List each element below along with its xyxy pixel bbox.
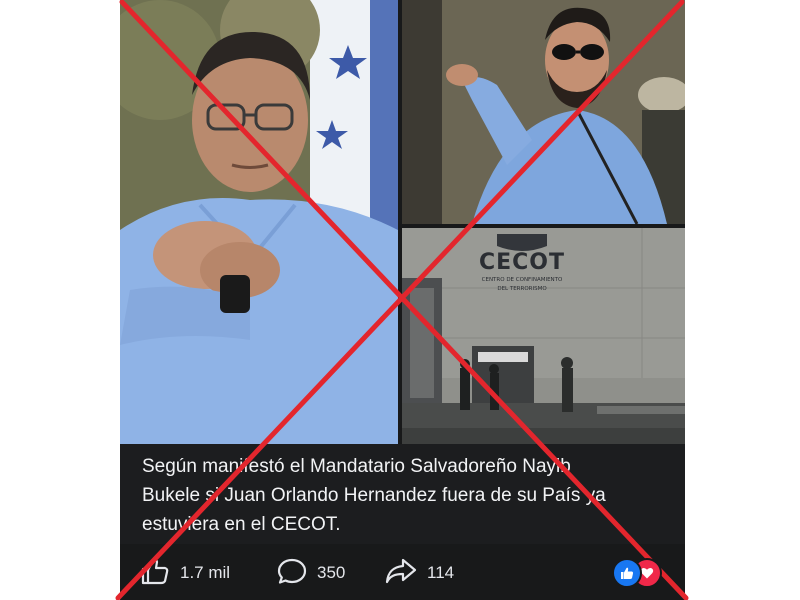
photo-top-right-illustration xyxy=(402,0,685,224)
comment-icon xyxy=(277,557,307,590)
comment-button[interactable]: 350 xyxy=(277,558,345,588)
cecot-sign-title: CECOT xyxy=(478,250,566,275)
social-post: CECOT CENTRO DE CONFINAMIENTO DEL TERROR… xyxy=(120,0,685,600)
post-caption-line-3: estuviera en el CECOT. xyxy=(142,514,341,535)
post-action-bar: 1.7 mil 350 114 xyxy=(120,548,685,600)
cecot-sign-subtitle-1: CENTRO DE CONFINAMIENTO xyxy=(481,277,563,283)
post-caption-line-1: Según manifestó el Mandatario Salvadoreñ… xyxy=(142,456,571,477)
photo-cecot-facility[interactable]: CECOT CENTRO DE CONFINAMIENTO DEL TERROR… xyxy=(402,228,685,444)
photo-politician-left[interactable] xyxy=(120,0,398,444)
share-count: 114 xyxy=(427,563,455,582)
like-reaction-icon xyxy=(612,558,642,588)
photo-politician-right[interactable] xyxy=(402,0,685,224)
cecot-sign: CECOT CENTRO DE CONFINAMIENTO DEL TERROR… xyxy=(472,250,572,293)
like-count: 1.7 mil xyxy=(180,563,231,582)
share-icon xyxy=(385,557,417,590)
share-button[interactable]: 114 xyxy=(385,558,454,588)
reaction-summary[interactable] xyxy=(612,558,662,588)
cecot-sign-subtitle-2: DEL TERRORISMO xyxy=(497,286,547,292)
like-button[interactable]: 1.7 mil xyxy=(140,558,230,588)
comment-count: 350 xyxy=(317,563,346,582)
photo-left-illustration xyxy=(120,0,398,444)
thumbs-up-icon xyxy=(140,557,170,590)
post-caption: Según manifestó el Mandatario Salvadoreñ… xyxy=(120,444,685,544)
post-caption-line-2: Bukele si Juan Orlando Hernandez fuera d… xyxy=(142,485,606,506)
